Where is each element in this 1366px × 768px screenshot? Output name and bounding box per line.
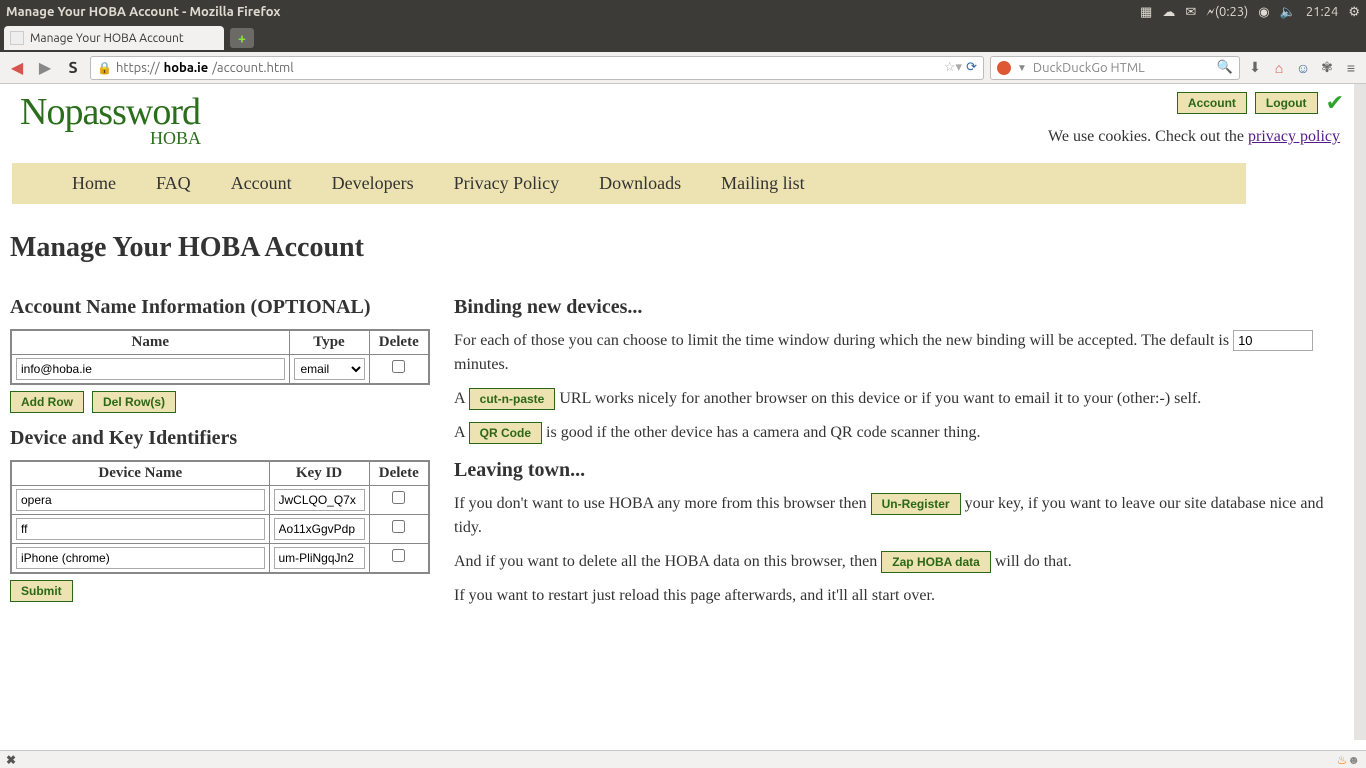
page-title: Manage Your HOBA Account	[10, 232, 1344, 264]
submit-button[interactable]: Submit	[10, 580, 73, 602]
url-path: /account.html	[212, 61, 294, 75]
delete-checkbox[interactable]	[392, 520, 405, 533]
back-button[interactable]: ◀	[6, 57, 28, 79]
reload-icon[interactable]: ⟳	[966, 60, 977, 75]
tab-strip: Manage Your HOBA Account +	[0, 24, 1366, 52]
new-tab-button[interactable]: +	[230, 28, 254, 48]
delete-checkbox[interactable]	[392, 360, 405, 373]
nav-mailing[interactable]: Mailing list	[721, 173, 805, 194]
leaving-p2: And if you want to delete all the HOBA d…	[454, 550, 1334, 574]
leaving-p3: If you want to restart just reload this …	[454, 584, 1334, 608]
battery-icon[interactable]: 🗲(0:23)	[1206, 5, 1248, 20]
gear-icon[interactable]: ⚙	[1348, 5, 1360, 20]
table-row: email	[11, 355, 429, 385]
url-host: hoba.ie	[164, 61, 209, 75]
check-icon: ✔	[1326, 90, 1344, 116]
url-bar[interactable]: 🔒 https:// hoba.ie/account.html ☆▾ ⟳	[90, 56, 984, 80]
download-icon[interactable]: ⬇	[1246, 59, 1264, 77]
delete-checkbox[interactable]	[392, 549, 405, 562]
menu-icon[interactable]: ≡	[1342, 59, 1360, 77]
th-delete: Delete	[369, 330, 429, 355]
th-devname: Device Name	[11, 461, 269, 486]
mail-icon[interactable]: ✉	[1185, 5, 1196, 20]
nav-downloads[interactable]: Downloads	[599, 173, 681, 194]
fire-icon[interactable]: ♨	[1337, 753, 1348, 767]
window-title: Manage Your HOBA Account - Mozilla Firef…	[6, 5, 1140, 19]
type-select[interactable]: email	[294, 358, 365, 380]
lock-icon: 🔒	[97, 61, 112, 75]
search-bar[interactable]: ▼ DuckDuckGo HTML 🔍	[990, 56, 1240, 80]
minutes-input[interactable]	[1233, 330, 1313, 351]
account-button[interactable]: Account	[1177, 92, 1247, 114]
cloud-icon[interactable]: ☁	[1162, 5, 1175, 20]
privacy-policy-link[interactable]: privacy policy	[1248, 128, 1340, 145]
bookmark-icon[interactable]: ☆▾	[944, 60, 962, 75]
nav-developers[interactable]: Developers	[332, 173, 414, 194]
nav-privacy[interactable]: Privacy Policy	[454, 173, 560, 194]
paw-icon[interactable]: ✾	[1318, 59, 1336, 77]
tab-title: Manage Your HOBA Account	[30, 32, 184, 45]
device-heading: Device and Key Identifiers	[10, 427, 430, 450]
cookie-notice: We use cookies. Check out the privacy po…	[1048, 128, 1340, 146]
clock[interactable]: 21:24	[1306, 5, 1339, 19]
device-name-input[interactable]	[16, 489, 265, 511]
sync-icon[interactable]: S	[62, 57, 84, 79]
apps-icon[interactable]: ▦	[1140, 5, 1152, 20]
logout-button[interactable]: Logout	[1255, 92, 1318, 114]
browser-toolbar: ◀ ▶ S 🔒 https:// hoba.ie/account.html ☆▾ …	[0, 52, 1366, 84]
zap-button[interactable]: Zap HOBA data	[881, 551, 991, 573]
os-title-bar: Manage Your HOBA Account - Mozilla Firef…	[0, 0, 1366, 24]
status-bar: ✖ ♨ ☻	[0, 750, 1366, 768]
th-delete2: Delete	[369, 461, 429, 486]
table-row	[11, 544, 429, 574]
binding-p2: A cut-n-paste URL works nicely for anoth…	[454, 387, 1334, 411]
leaving-p1: If you don't want to use HOBA any more f…	[454, 492, 1334, 540]
binding-p1: For each of those you can choose to limi…	[454, 329, 1334, 377]
nav-account[interactable]: Account	[231, 173, 292, 194]
device-name-input[interactable]	[16, 518, 265, 540]
wifi-icon[interactable]: ◉	[1258, 5, 1269, 20]
th-type: Type	[289, 330, 369, 355]
header-buttons: Account Logout ✔	[1177, 90, 1344, 116]
chevron-down-icon[interactable]: ▼	[1017, 62, 1027, 74]
th-name: Name	[11, 330, 289, 355]
delete-checkbox[interactable]	[392, 491, 405, 504]
binding-p3: A QR Code is good if the other device ha…	[454, 421, 1334, 445]
search-placeholder: DuckDuckGo HTML	[1033, 61, 1145, 75]
robot-icon[interactable]: ☺	[1294, 59, 1312, 77]
search-icon[interactable]: 🔍	[1217, 60, 1233, 75]
system-tray: ▦ ☁ ✉ 🗲(0:23) ◉ 🔈 21:24 ⚙	[1140, 5, 1360, 20]
cut-n-paste-button[interactable]: cut-n-paste	[469, 388, 556, 410]
page-viewport: Account Logout ✔ We use cookies. Check o…	[0, 84, 1366, 740]
nav-home[interactable]: Home	[72, 173, 116, 194]
close-icon[interactable]: ✖	[6, 753, 16, 767]
forward-button[interactable]: ▶	[34, 57, 56, 79]
device-table: Device Name Key ID Delete	[10, 460, 430, 574]
browser-tab[interactable]: Manage Your HOBA Account	[4, 26, 224, 50]
unregister-button[interactable]: Un-Register	[871, 493, 961, 515]
th-keyid: Key ID	[269, 461, 369, 486]
binding-heading: Binding new devices...	[454, 296, 1334, 319]
key-id-input[interactable]	[274, 489, 365, 511]
key-id-input[interactable]	[274, 547, 365, 569]
url-protocol: https://	[116, 61, 160, 75]
volume-icon[interactable]: 🔈	[1280, 5, 1296, 20]
device-name-input[interactable]	[16, 547, 265, 569]
add-row-button[interactable]: Add Row	[10, 391, 84, 413]
name-input[interactable]	[16, 358, 285, 380]
table-row	[11, 486, 429, 515]
nav-faq[interactable]: FAQ	[156, 173, 191, 194]
home-icon[interactable]: ⌂	[1270, 59, 1288, 77]
favicon-icon	[10, 31, 24, 45]
robot-status-icon[interactable]: ☻	[1347, 753, 1360, 767]
qr-code-button[interactable]: QR Code	[469, 422, 542, 444]
leaving-heading: Leaving town...	[454, 459, 1334, 482]
duckduckgo-icon	[997, 61, 1011, 75]
main-nav: Home FAQ Account Developers Privacy Poli…	[12, 163, 1246, 204]
account-info-heading: Account Name Information (OPTIONAL)	[10, 296, 430, 319]
table-row	[11, 515, 429, 544]
account-table: Name Type Delete email	[10, 329, 430, 385]
key-id-input[interactable]	[274, 518, 365, 540]
del-rows-button[interactable]: Del Row(s)	[92, 391, 176, 413]
